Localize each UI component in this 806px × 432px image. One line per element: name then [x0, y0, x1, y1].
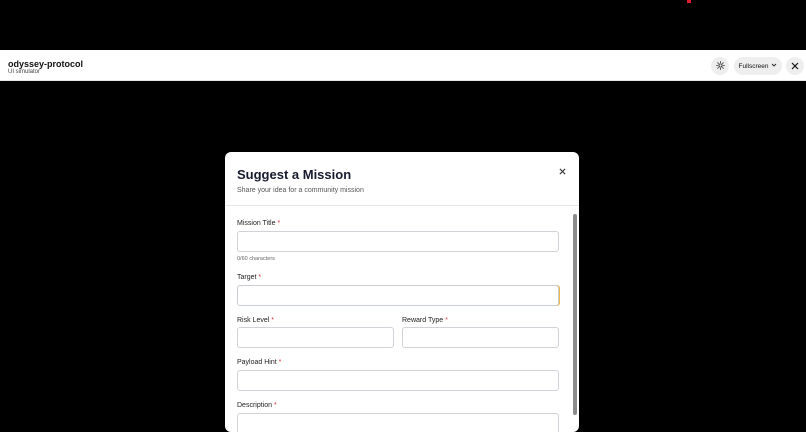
description-label: Description * — [237, 402, 277, 409]
mission-title-counter: 0/60 characters — [237, 256, 275, 262]
mission-title-label: Mission Title * — [237, 220, 281, 227]
reward-type-label: Reward Type * — [402, 317, 448, 324]
payload-hint-label: Payload Hint * — [237, 359, 282, 366]
scroll-up-arrow[interactable] — [573, 208, 577, 221]
modal-divider — [225, 205, 579, 206]
reward-type-input[interactable] — [402, 327, 559, 348]
risk-level-input[interactable] — [237, 327, 394, 348]
red-indicator — [687, 0, 691, 3]
modal-close-button[interactable] — [555, 164, 569, 178]
scrollbar-thumb[interactable] — [573, 214, 577, 415]
fullscreen-dropdown[interactable]: Fullscreen — [734, 57, 782, 75]
theme-toggle-button[interactable] — [711, 57, 729, 75]
sun-icon — [715, 57, 725, 75]
suggest-mission-modal: Suggest a Mission Share your idea for a … — [225, 152, 579, 432]
app-subtitle: UI simulator — [8, 69, 41, 75]
close-simulator-button[interactable] — [786, 57, 804, 75]
fullscreen-label: Fullscreen — [738, 62, 769, 70]
chevron-down-icon — [771, 62, 777, 70]
close-icon — [791, 57, 799, 75]
payload-hint-input[interactable] — [237, 370, 559, 391]
target-input[interactable] — [237, 285, 559, 306]
modal-title: Suggest a Mission — [237, 167, 352, 182]
close-icon — [558, 162, 566, 180]
top-bar: odyssey-protocol UI simulator — [0, 50, 806, 81]
risk-level-label: Risk Level * — [237, 317, 274, 324]
modal-subtitle: Share your idea for a community mission — [237, 187, 364, 194]
mission-title-input[interactable] — [237, 231, 559, 252]
app-name: odyssey-protocol — [8, 59, 84, 69]
target-label: Target * — [237, 274, 262, 281]
description-textarea[interactable] — [237, 413, 559, 432]
